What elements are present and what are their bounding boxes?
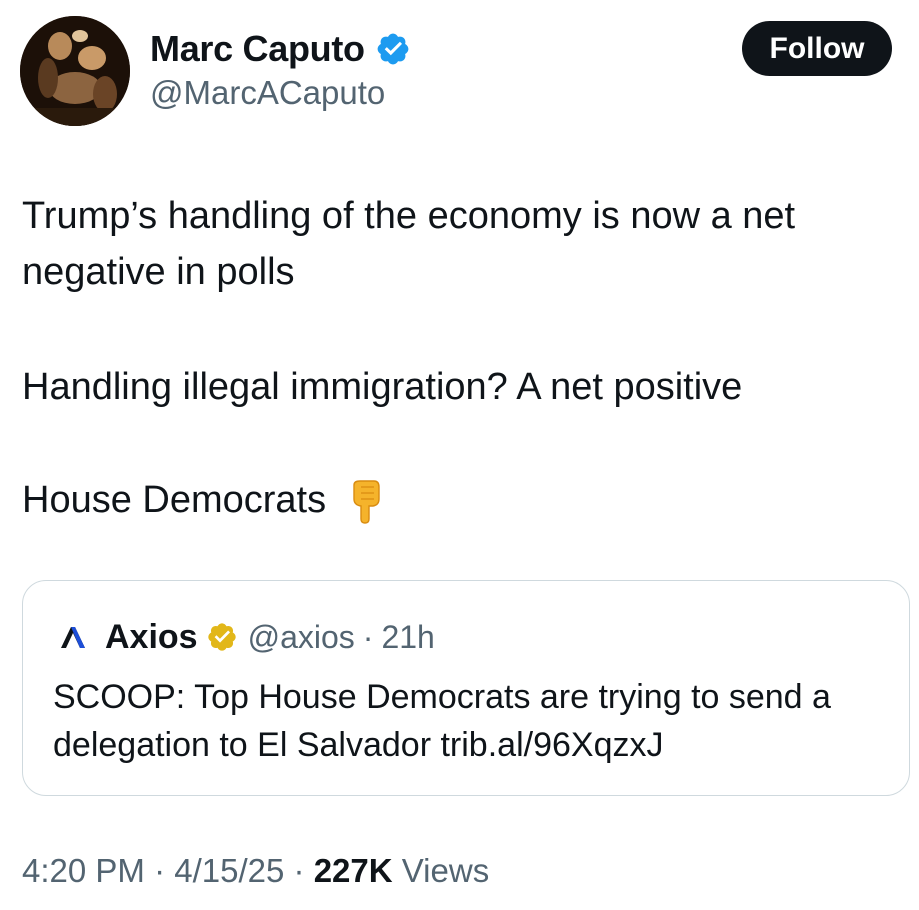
quoted-tweet-body: SCOOP: Top House Democrats are trying to… bbox=[53, 678, 831, 764]
quoted-author-handle[interactable]: @axios bbox=[248, 619, 355, 656]
blue-verified-icon bbox=[375, 31, 411, 67]
quoted-tweet-card[interactable]: Axios @axios · 21h SCOOP: Top House Demo… bbox=[22, 580, 910, 796]
tweet-line-3: Handling illegal immigration? A net posi… bbox=[22, 366, 743, 408]
axios-logo-icon bbox=[59, 625, 87, 649]
meta-separator-2: · bbox=[293, 852, 305, 889]
author-display-name[interactable]: Marc Caputo bbox=[150, 28, 365, 70]
tweet-time[interactable]: 4:20 PM bbox=[22, 852, 145, 889]
views-count: 227K bbox=[313, 852, 393, 889]
avatar[interactable] bbox=[20, 16, 130, 126]
quoted-timestamp[interactable]: 21h bbox=[381, 619, 434, 656]
avatar-image bbox=[20, 16, 130, 126]
quoted-tweet-header: Axios @axios · 21h bbox=[59, 617, 435, 657]
tweet-meta: 4:20 PM · 4/15/25 · 227K Views bbox=[22, 852, 489, 890]
tweet-line-1: Trump’s handling of the economy is now a… bbox=[22, 195, 796, 237]
views-label: Views bbox=[401, 852, 490, 889]
tweet-header: Marc Caputo @MarcACaputo Follow bbox=[0, 0, 919, 140]
author-name-row: Marc Caputo bbox=[150, 24, 411, 74]
tweet-date[interactable]: 4/15/25 bbox=[174, 852, 284, 889]
tweet-line-4-text: House Democrats bbox=[22, 479, 327, 521]
pointing-down-emoji-icon bbox=[348, 479, 382, 525]
quoted-author-name[interactable]: Axios bbox=[105, 618, 198, 657]
quoted-separator: · bbox=[362, 618, 374, 655]
tweet-line-2: negative in polls bbox=[22, 251, 295, 293]
tweet-line-4: House Democrats bbox=[22, 472, 382, 528]
follow-button[interactable]: Follow bbox=[742, 21, 892, 76]
author-handle[interactable]: @MarcACaputo bbox=[150, 74, 385, 112]
gold-verified-icon bbox=[206, 621, 238, 653]
meta-separator-1: · bbox=[154, 852, 166, 889]
